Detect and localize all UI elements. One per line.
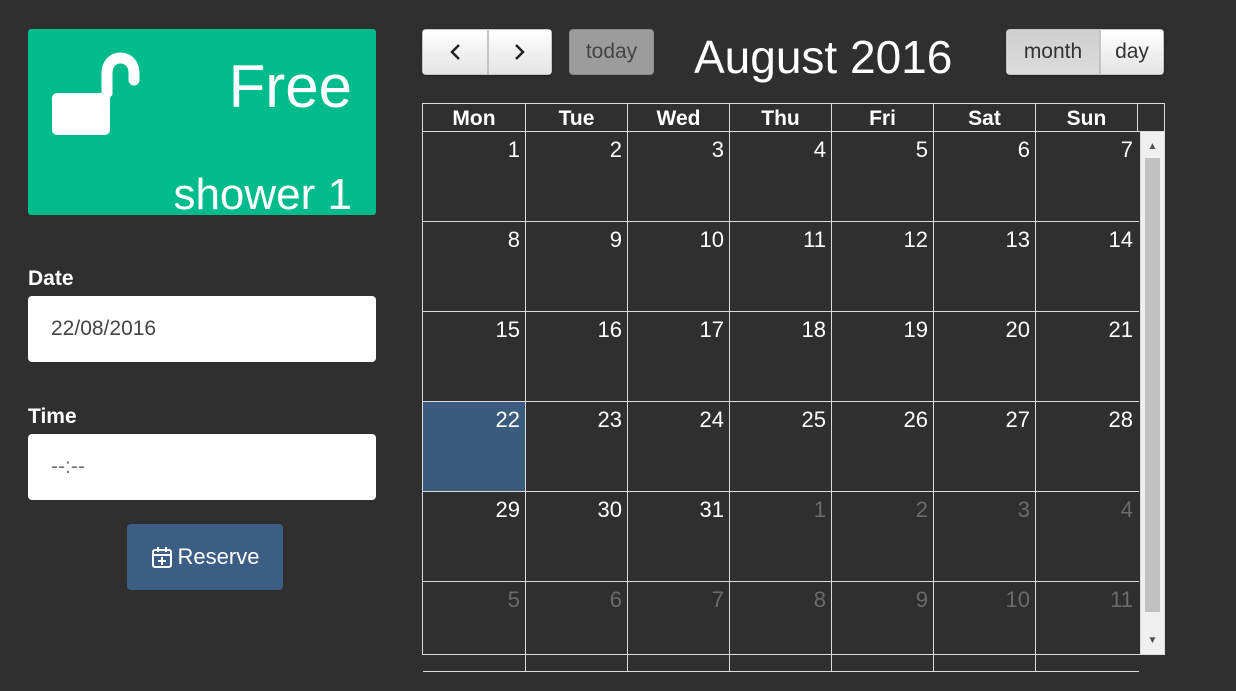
chevron-right-icon bbox=[515, 44, 525, 60]
weekday-header-cell: Mon bbox=[423, 104, 526, 131]
day-cell[interactable]: 4 bbox=[1036, 492, 1138, 581]
week-row: 1234567 bbox=[423, 132, 1139, 222]
day-cell[interactable]: 8 bbox=[423, 222, 526, 311]
reserve-label: Reserve bbox=[177, 544, 260, 569]
day-cell[interactable]: 10 bbox=[934, 582, 1036, 671]
day-cell[interactable]: 20 bbox=[934, 312, 1036, 401]
day-cell[interactable]: 14 bbox=[1036, 222, 1138, 311]
month-calendar: Mon Tue Wed Thu Fri Sat Sun 1 2 3 4 5 6 7 8 9 10 1… bbox=[422, 103, 1165, 672]
day-cell[interactable]: 1 bbox=[730, 492, 832, 581]
day-cell[interactable]: 4 bbox=[730, 132, 832, 221]
day-cell[interactable]: 6 bbox=[934, 132, 1036, 221]
day-cell[interactable]: 26 bbox=[832, 402, 934, 491]
status-card: Free shower 1 bbox=[28, 29, 376, 219]
day-cell[interactable]: 21 bbox=[1036, 312, 1138, 401]
weekday-header: Mon Tue Wed Thu Fri Sat Sun bbox=[423, 104, 1164, 132]
week-row: 15 16 17 18 19 20 21 bbox=[423, 312, 1139, 402]
week-row: 22 23 24 25 26 27 28 bbox=[423, 402, 1139, 492]
day-cell[interactable]: 25 bbox=[730, 402, 832, 491]
resource-name: shower 1 bbox=[173, 170, 352, 219]
weekday-header-cell: Thu bbox=[730, 104, 832, 131]
day-cell[interactable]: 7 bbox=[1036, 132, 1138, 221]
weekday-header-cell: Tue bbox=[526, 104, 628, 131]
day-cell[interactable]: 9 bbox=[526, 222, 628, 311]
day-cell[interactable]: 5 bbox=[423, 582, 526, 671]
today-button[interactable]: today bbox=[569, 29, 654, 75]
day-cell[interactable]: 29 bbox=[423, 492, 526, 581]
status-state: Free bbox=[228, 53, 352, 120]
day-view-button[interactable]: day bbox=[1100, 29, 1164, 75]
day-cell[interactable]: 10 bbox=[628, 222, 730, 311]
day-cell[interactable]: 15 bbox=[423, 312, 526, 401]
day-cell[interactable]: 3 bbox=[628, 132, 730, 221]
week-row: 8 9 10 11 12 13 14 bbox=[423, 222, 1139, 312]
calendar-weeks: 1 2 3 4 5 6 7 8 9 10 11 12 13 14 15 16 17 18 19 20 21 22 23 24 2… bbox=[423, 132, 1139, 672]
day-cell[interactable]: 16 bbox=[526, 312, 628, 401]
day-cell[interactable]: 31 bbox=[628, 492, 730, 581]
day-cell[interactable]: 7 bbox=[628, 582, 730, 671]
day-cell[interactable]: 12 bbox=[832, 222, 934, 311]
next-month-button[interactable] bbox=[488, 29, 552, 75]
day-cell[interactable]: 18 bbox=[730, 312, 832, 401]
month-view-button[interactable]: month bbox=[1006, 29, 1100, 75]
weekday-header-cell: Sat bbox=[934, 104, 1036, 131]
day-cell[interactable]: 8 bbox=[730, 582, 832, 671]
date-label: Date bbox=[28, 267, 74, 290]
weekday-header-cell: Wed bbox=[628, 104, 730, 131]
day-cell[interactable]: 1 bbox=[423, 132, 526, 221]
week-row: 5 6 7 8 9 10 11 bbox=[423, 582, 1139, 672]
day-cell[interactable]: 17 bbox=[628, 312, 730, 401]
day-cell[interactable]: 28 bbox=[1036, 402, 1138, 491]
day-cell[interactable]: 27 bbox=[934, 402, 1036, 491]
calendar-scrollbar[interactable]: ▲ ▼ bbox=[1140, 132, 1164, 654]
scroll-up-arrow[interactable]: ▲ bbox=[1141, 136, 1164, 156]
reserve-button[interactable]: Reserve bbox=[127, 524, 283, 590]
day-cell[interactable]: 24 bbox=[628, 402, 730, 491]
weekday-header-cell: Sun bbox=[1036, 104, 1138, 131]
header-scroll-gap bbox=[1138, 104, 1164, 131]
time-label: Time bbox=[28, 405, 77, 428]
day-cell[interactable]: 9 bbox=[832, 582, 934, 671]
day-cell[interactable]: 2 bbox=[526, 132, 628, 221]
day-cell[interactable]: 13 bbox=[934, 222, 1036, 311]
day-cell[interactable]: 30 bbox=[526, 492, 628, 581]
day-cell[interactable]: 23 bbox=[526, 402, 628, 491]
view-button-group: month day bbox=[1006, 29, 1164, 75]
chevron-left-icon bbox=[450, 44, 460, 60]
day-cell[interactable]: 3 bbox=[934, 492, 1036, 581]
scroll-thumb[interactable] bbox=[1145, 158, 1160, 612]
nav-button-group bbox=[422, 29, 552, 75]
date-input[interactable] bbox=[28, 296, 376, 362]
calendar-title: August 2016 bbox=[694, 31, 953, 83]
time-input[interactable] bbox=[28, 434, 376, 500]
prev-month-button[interactable] bbox=[422, 29, 488, 75]
weekday-header-cell: Fri bbox=[832, 104, 934, 131]
day-cell[interactable]: 11 bbox=[1036, 582, 1138, 671]
unlock-icon bbox=[52, 52, 140, 135]
calendar-body: 1 2 3 4 5 6 7 8 9 10 11 12 13 14 15 16 17 18 19 20 21 22 23 24 2… bbox=[423, 132, 1164, 672]
day-cell[interactable]: 6 bbox=[526, 582, 628, 671]
day-cell-selected[interactable]: 22 bbox=[423, 402, 526, 491]
calendar-plus-icon bbox=[151, 547, 172, 568]
week-row: 29 30 31 1 2 3 4 bbox=[423, 492, 1139, 582]
day-cell[interactable]: 19 bbox=[832, 312, 934, 401]
day-cell[interactable]: 11 bbox=[730, 222, 832, 311]
day-cell[interactable]: 2 bbox=[832, 492, 934, 581]
day-cell[interactable]: 5 bbox=[832, 132, 934, 221]
scroll-down-arrow[interactable]: ▼ bbox=[1141, 630, 1164, 650]
